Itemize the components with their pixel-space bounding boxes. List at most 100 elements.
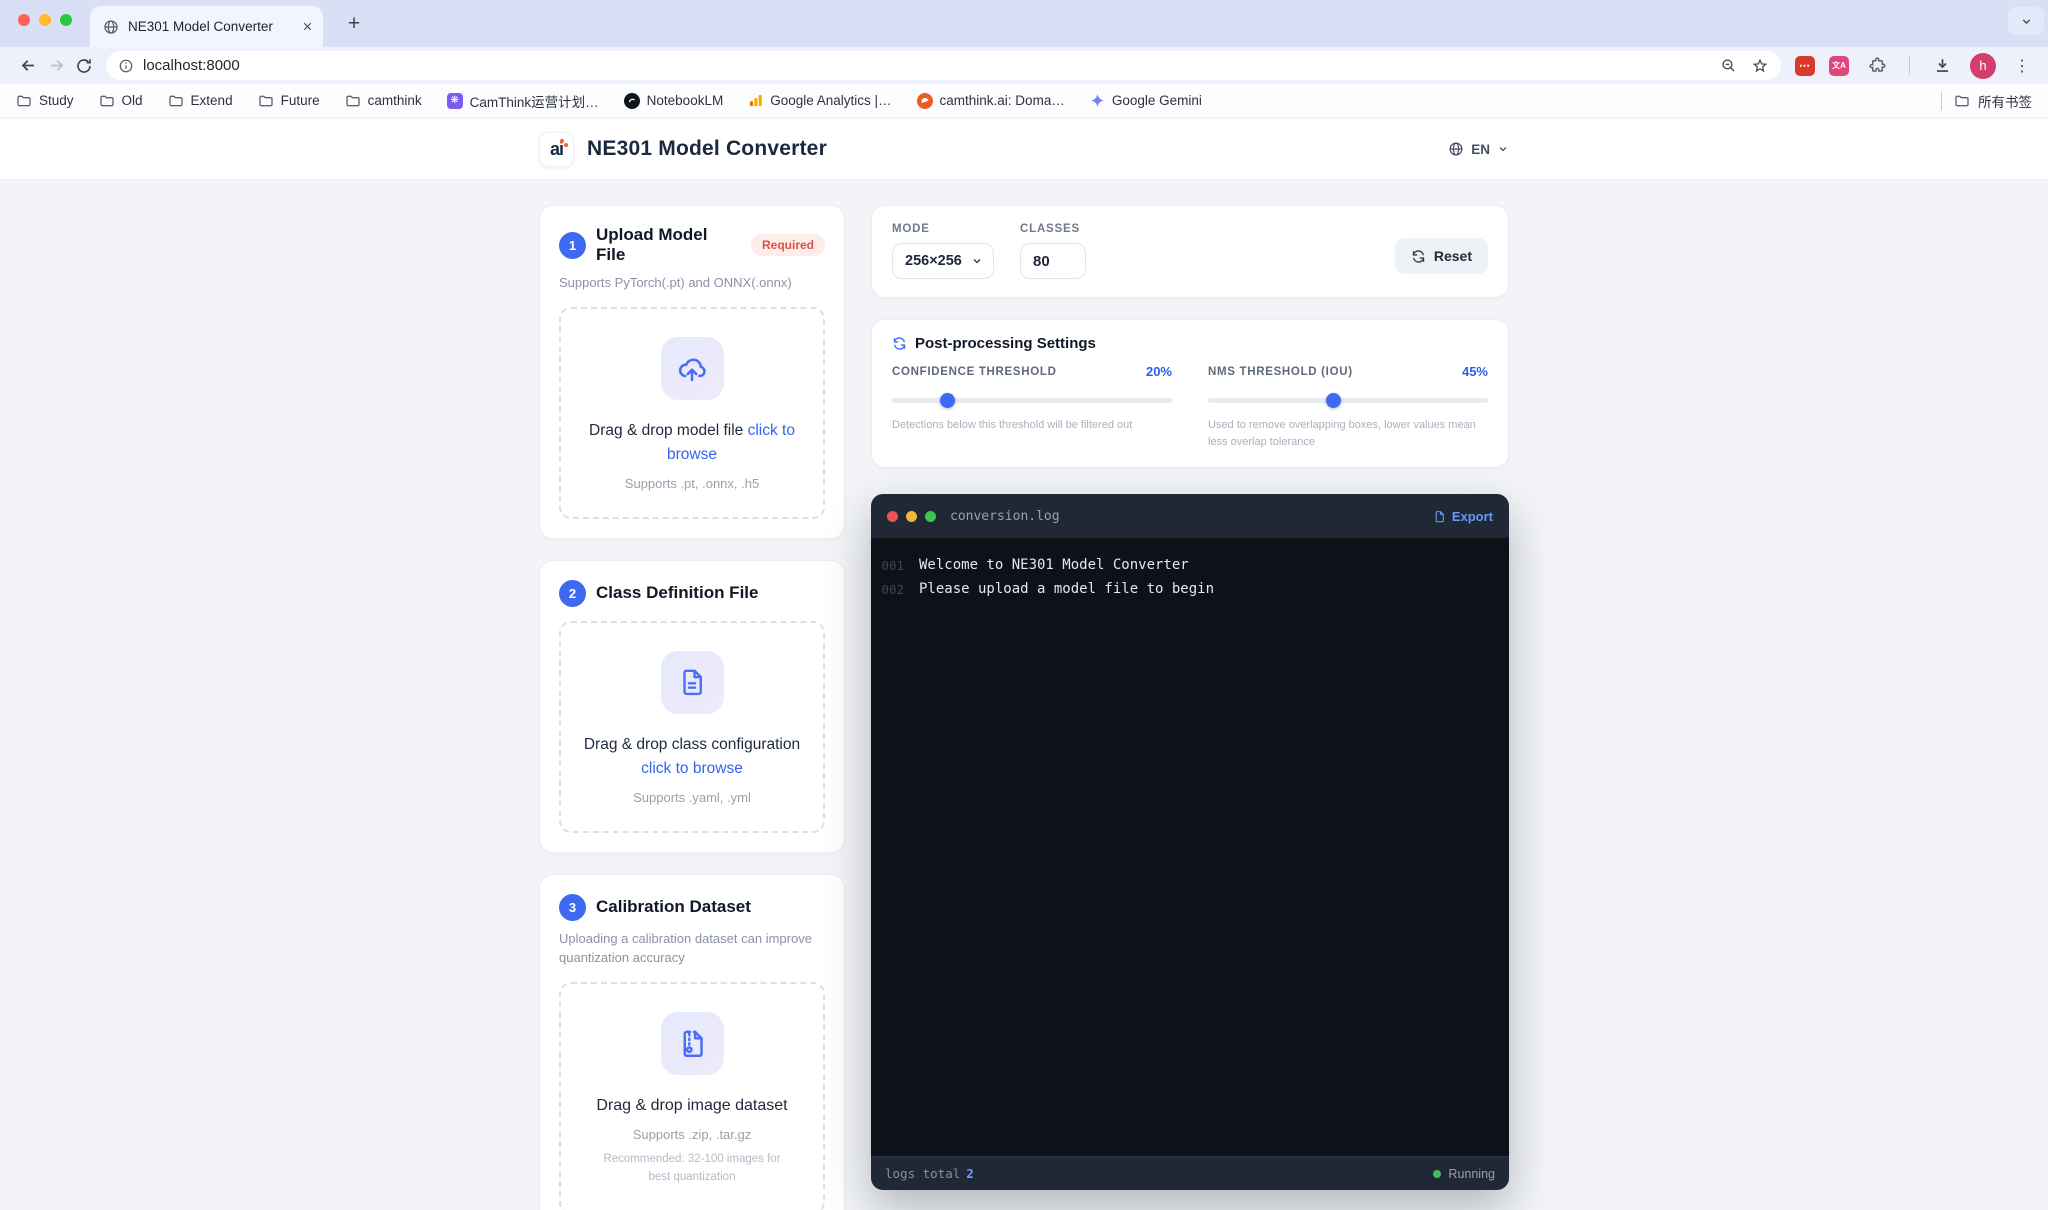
- camthink-app-icon: ❋: [447, 93, 463, 109]
- folder-icon: [99, 93, 115, 109]
- zoom-window-button[interactable]: [60, 14, 72, 26]
- confidence-label: CONFIDENCE THRESHOLD: [892, 366, 1057, 378]
- toolbar-divider: [1909, 56, 1910, 75]
- nms-slider[interactable]: [1208, 393, 1488, 408]
- reload-icon[interactable]: [70, 52, 98, 80]
- page-content: ai NE301 Model Converter EN: [0, 119, 2048, 1210]
- step1-subtitle: Supports PyTorch(.pt) and ONNX(.onnx): [559, 274, 825, 293]
- logs-total-label: logs total: [885, 1166, 960, 1181]
- step3-card: 3 Calibration Dataset Uploading a calibr…: [539, 874, 845, 1210]
- tab-close-icon[interactable]: [302, 21, 313, 32]
- dropzone-support-text: Supports .yaml, .yml: [575, 790, 809, 805]
- nms-slider-thumb[interactable]: [1326, 393, 1341, 408]
- log-line: 001 Welcome to NE301 Model Converter: [871, 553, 1509, 577]
- gemini-icon: [1090, 93, 1105, 108]
- page-title: NE301 Model Converter: [587, 137, 827, 161]
- bookmark-notebooklm[interactable]: NotebookLM: [624, 93, 724, 109]
- url-text: localhost:8000: [143, 57, 1720, 74]
- dropzone-text: Drag & drop class configuration click to…: [575, 733, 809, 781]
- dropzone-text: Drag & drop image dataset: [575, 1094, 809, 1119]
- nms-help-text: Used to remove overlapping boxes, lower …: [1208, 417, 1488, 451]
- bookmark-camthink-plan[interactable]: ❋ CamThink运营计划…: [447, 91, 599, 111]
- folder-icon: [168, 93, 184, 109]
- post-processing-title: Post-processing Settings: [915, 335, 1096, 352]
- site-info-icon[interactable]: [118, 58, 134, 74]
- terminal-header: conversion.log Export: [871, 494, 1509, 538]
- zoom-out-page-icon[interactable]: [1720, 57, 1737, 74]
- bookmark-folder-study[interactable]: Study: [16, 93, 74, 109]
- extensions-puzzle-icon[interactable]: [1863, 52, 1891, 80]
- new-tab-button[interactable]: +: [340, 10, 368, 38]
- logs-count: 2: [966, 1166, 974, 1181]
- back-icon[interactable]: [14, 52, 42, 80]
- bookmarks-bar: Study Old Extend Future camthink ❋ CamTh…: [0, 84, 2048, 118]
- mode-label: MODE: [892, 223, 994, 235]
- dropzone-text: Drag & drop model file click to browse: [575, 419, 809, 467]
- step3-subtitle: Uploading a calibration dataset can impr…: [559, 930, 825, 968]
- folder-icon: [16, 93, 32, 109]
- refresh-icon: [1411, 249, 1426, 264]
- browser-tab[interactable]: NE301 Model Converter: [90, 6, 323, 47]
- mode-select[interactable]: 256×256: [892, 243, 994, 279]
- model-file-dropzone[interactable]: Drag & drop model file click to browse S…: [559, 307, 825, 519]
- language-selector[interactable]: EN: [1448, 141, 1509, 157]
- step1-number-badge: 1: [559, 232, 586, 259]
- app-logo: ai: [539, 132, 574, 167]
- bookmark-folder-camthink[interactable]: camthink: [345, 93, 422, 109]
- globe-icon: [1448, 141, 1464, 157]
- post-processing-card: Post-processing Settings CONFIDENCE THRE…: [871, 319, 1509, 468]
- bookmark-folder-old[interactable]: Old: [99, 93, 143, 109]
- tab-overflow-chevron-icon[interactable]: [2008, 7, 2044, 35]
- downloads-icon[interactable]: [1928, 52, 1956, 80]
- step1-title: Upload Model File: [596, 225, 741, 265]
- analytics-icon: [748, 93, 763, 108]
- export-button[interactable]: Export: [1433, 509, 1493, 524]
- confidence-slider-thumb[interactable]: [940, 393, 955, 408]
- class-file-dropzone[interactable]: Drag & drop class configuration click to…: [559, 621, 825, 833]
- minimize-window-button[interactable]: [39, 14, 51, 26]
- browse-link[interactable]: click to browse: [641, 760, 743, 777]
- log-line: 002 Please upload a model file to begin: [871, 577, 1509, 601]
- browser-menu-icon[interactable]: ⋮: [2010, 56, 2034, 76]
- language-value: EN: [1471, 142, 1490, 157]
- upload-steps-column: 1 Upload Model File Required Supports Py…: [539, 205, 845, 1210]
- bookmarks-divider: [1941, 91, 1942, 110]
- camthink-site-icon: [917, 93, 933, 109]
- dropzone-support-text: Supports .pt, .onnx, .h5: [575, 476, 809, 491]
- bookmark-folder-extend[interactable]: Extend: [168, 93, 233, 109]
- step2-card: 2 Class Definition File Drag & drop clas…: [539, 560, 845, 853]
- step1-card: 1 Upload Model File Required Supports Py…: [539, 205, 845, 539]
- terminal-body[interactable]: 001 Welcome to NE301 Model Converter 002…: [871, 538, 1509, 1156]
- all-bookmarks-label[interactable]: 所有书签: [1978, 91, 2032, 111]
- bookmark-google-gemini[interactable]: Google Gemini: [1090, 93, 1202, 108]
- tab-strip: NE301 Model Converter +: [0, 0, 2048, 47]
- archive-file-icon: [661, 1012, 724, 1075]
- cloud-upload-icon: [661, 337, 724, 400]
- bookmark-camthink-site[interactable]: camthink.ai: Doma…: [917, 93, 1065, 109]
- nms-value: 45%: [1462, 364, 1488, 379]
- window-controls: [18, 14, 72, 26]
- bookmark-folder-future[interactable]: Future: [258, 93, 320, 109]
- log-terminal: conversion.log Export 001 Welcome to NE3…: [871, 494, 1509, 1190]
- folder-icon: [258, 93, 274, 109]
- reset-button[interactable]: Reset: [1395, 238, 1488, 274]
- confidence-help-text: Detections below this threshold will be …: [892, 417, 1172, 434]
- forward-icon[interactable]: [42, 52, 70, 80]
- adblock-extension-icon[interactable]: ⋯: [1795, 56, 1815, 76]
- translate-extension-icon[interactable]: 文A: [1829, 56, 1849, 76]
- classes-input[interactable]: [1020, 243, 1086, 279]
- bookmark-google-analytics[interactable]: Google Analytics |…: [748, 93, 891, 108]
- close-window-button[interactable]: [18, 14, 30, 26]
- bookmark-star-icon[interactable]: [1751, 57, 1769, 75]
- tab-title: NE301 Model Converter: [128, 19, 302, 34]
- url-bar[interactable]: localhost:8000: [106, 51, 1781, 80]
- settings-column: MODE 256×256 CLASSES: [871, 205, 1509, 1210]
- dropzone-support-text: Supports .zip, .tar.gz: [575, 1127, 809, 1142]
- confidence-slider[interactable]: [892, 393, 1172, 408]
- log-filename: conversion.log: [950, 509, 1060, 524]
- running-status-dot: [1433, 1170, 1441, 1178]
- profile-avatar[interactable]: h: [1970, 53, 1996, 79]
- notebooklm-icon: [624, 93, 640, 109]
- dataset-dropzone[interactable]: Drag & drop image dataset Supports .zip,…: [559, 982, 825, 1210]
- classes-label: CLASSES: [1020, 223, 1086, 235]
